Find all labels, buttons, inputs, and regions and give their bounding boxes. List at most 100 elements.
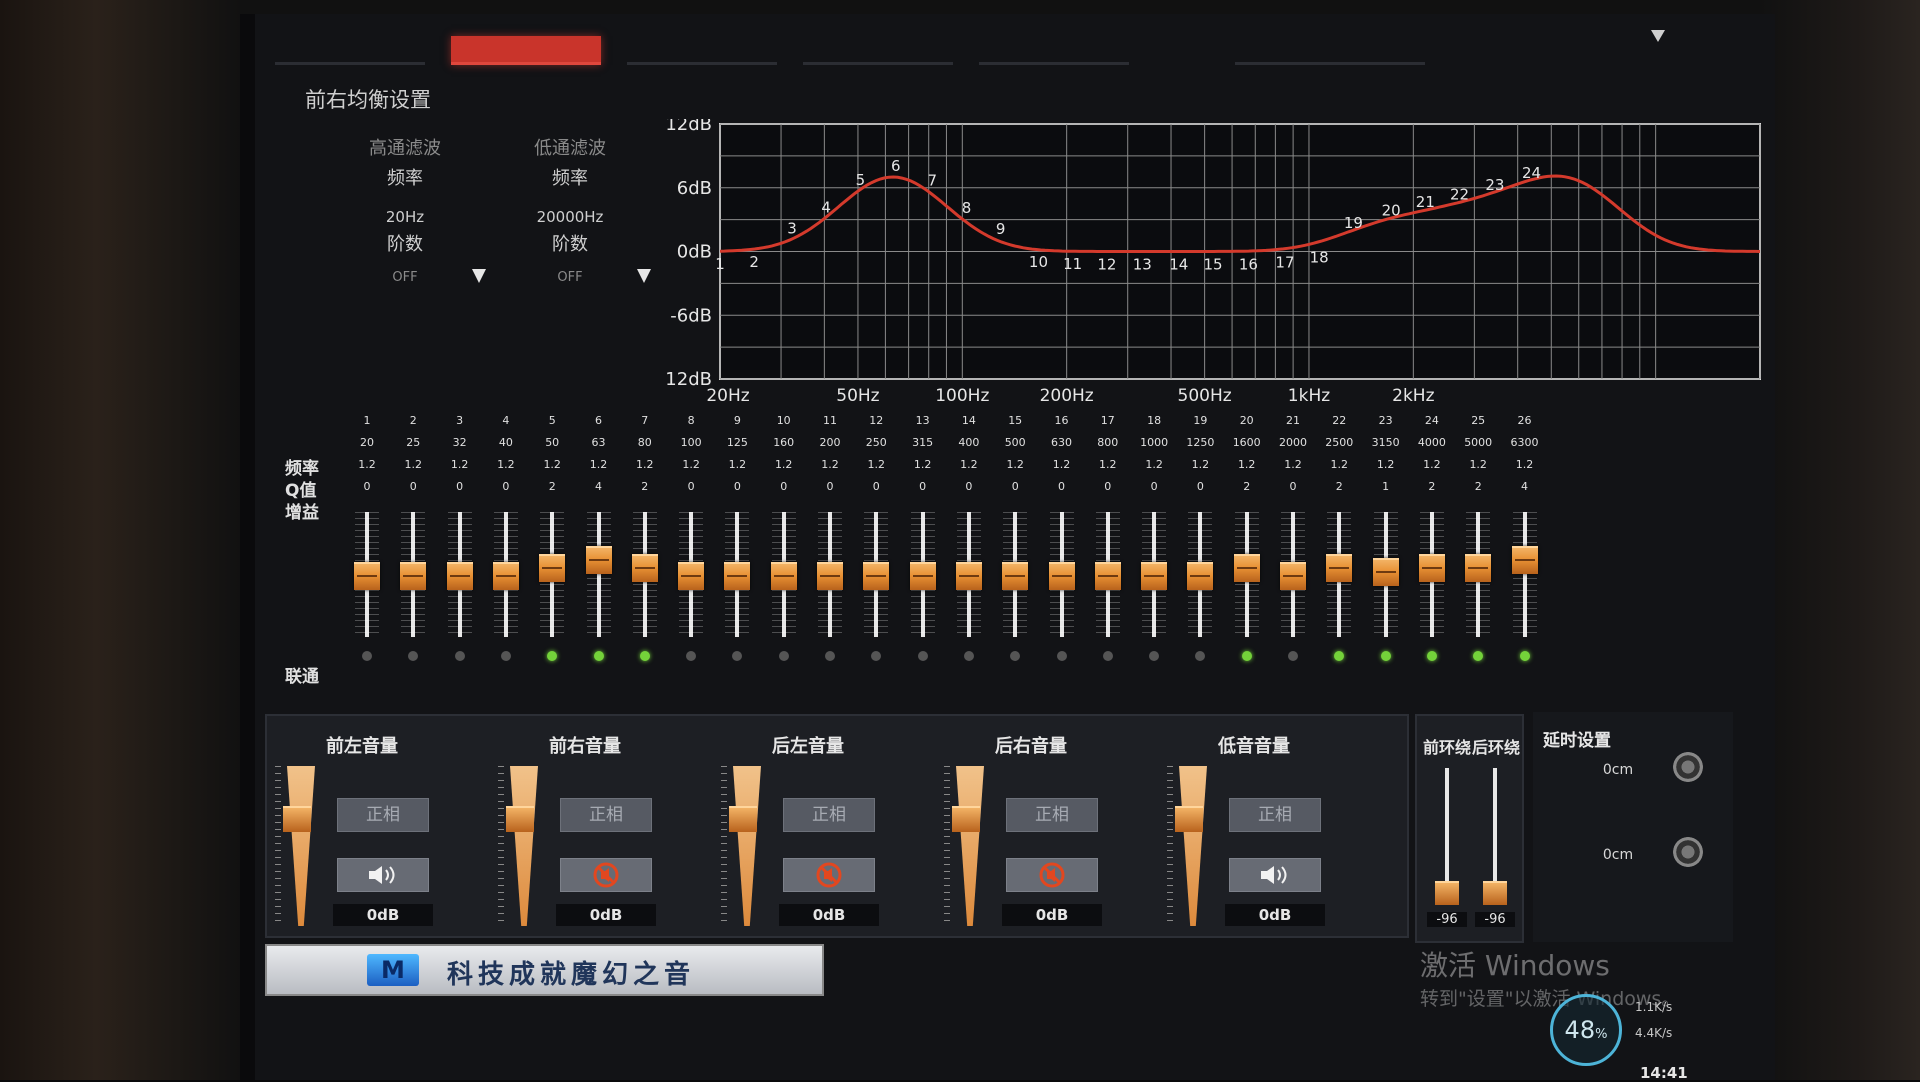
band-gain[interactable]: 0 bbox=[391, 480, 435, 502]
band-gain[interactable]: 2 bbox=[1410, 480, 1454, 502]
band-slider-knob[interactable] bbox=[1141, 562, 1168, 590]
channel-fader-knob[interactable] bbox=[952, 806, 980, 832]
band-frequency[interactable]: 400 bbox=[947, 436, 991, 458]
band-slider-knob[interactable] bbox=[1465, 554, 1492, 582]
phase-button[interactable]: 正相 bbox=[1006, 798, 1098, 832]
band-link-toggle[interactable] bbox=[1010, 651, 1021, 661]
band-link-toggle[interactable] bbox=[593, 651, 604, 661]
band-slider-knob[interactable] bbox=[585, 546, 612, 574]
band-link-toggle[interactable] bbox=[500, 651, 511, 661]
band-frequency[interactable]: 4000 bbox=[1410, 436, 1454, 458]
delay-value-1[interactable]: 0cm bbox=[1593, 762, 1643, 778]
band-gain[interactable]: 0 bbox=[438, 480, 482, 502]
mute-button[interactable] bbox=[1229, 858, 1321, 892]
channel-fader[interactable] bbox=[287, 766, 315, 926]
band-gain[interactable]: 2 bbox=[530, 480, 574, 502]
highpass-order-value[interactable]: OFF bbox=[330, 270, 480, 285]
band-gain[interactable]: 0 bbox=[808, 480, 852, 502]
band-q-value[interactable]: 1.2 bbox=[577, 458, 621, 480]
band-slider-knob[interactable] bbox=[724, 562, 751, 590]
band-q-value[interactable]: 1.2 bbox=[901, 458, 945, 480]
band-gain[interactable]: 2 bbox=[1456, 480, 1500, 502]
band-q-value[interactable]: 1.2 bbox=[808, 458, 852, 480]
band-q-value[interactable]: 1.2 bbox=[484, 458, 528, 480]
band-q-value[interactable]: 1.2 bbox=[623, 458, 667, 480]
band-frequency[interactable]: 1600 bbox=[1225, 436, 1269, 458]
band-slider-knob[interactable] bbox=[1048, 562, 1075, 590]
band-slider-track[interactable] bbox=[1418, 512, 1445, 637]
band-q-value[interactable]: 1.2 bbox=[1132, 458, 1176, 480]
band-gain[interactable]: 0 bbox=[1040, 480, 1084, 502]
phase-button[interactable]: 正相 bbox=[560, 798, 652, 832]
band-q-value[interactable]: 1.2 bbox=[1364, 458, 1408, 480]
band-gain[interactable]: 0 bbox=[901, 480, 945, 502]
band-slider-track[interactable] bbox=[631, 512, 658, 637]
band-gain[interactable]: 0 bbox=[345, 480, 389, 502]
band-slider-knob[interactable] bbox=[1280, 562, 1306, 590]
band-q-value[interactable]: 1.2 bbox=[438, 458, 482, 480]
rear-surround-track[interactable] bbox=[1493, 768, 1497, 898]
band-link-toggle[interactable] bbox=[963, 651, 974, 661]
band-link-toggle[interactable] bbox=[1519, 651, 1530, 661]
lowpass-order-value[interactable]: OFF bbox=[495, 270, 645, 285]
band-frequency[interactable]: 160 bbox=[762, 436, 806, 458]
band-slider-knob[interactable] bbox=[1511, 546, 1538, 574]
band-slider-knob[interactable] bbox=[492, 562, 519, 590]
band-slider-knob[interactable] bbox=[1233, 554, 1260, 582]
band-frequency[interactable]: 40 bbox=[484, 436, 528, 458]
band-slider-track[interactable] bbox=[400, 512, 427, 637]
band-slider-track[interactable] bbox=[585, 512, 612, 637]
band-link-toggle[interactable] bbox=[778, 651, 789, 661]
tab-3[interactable] bbox=[627, 36, 777, 65]
tab-5[interactable] bbox=[979, 36, 1129, 65]
band-frequency[interactable]: 125 bbox=[715, 436, 759, 458]
band-frequency[interactable]: 80 bbox=[623, 436, 667, 458]
band-link-toggle[interactable] bbox=[871, 651, 882, 661]
band-link-toggle[interactable] bbox=[1334, 651, 1345, 661]
band-q-value[interactable]: 1.2 bbox=[1225, 458, 1269, 480]
tab-6[interactable] bbox=[1235, 36, 1425, 65]
band-link-toggle[interactable] bbox=[1473, 651, 1484, 661]
band-slider-track[interactable] bbox=[817, 512, 843, 637]
front-surround-track[interactable] bbox=[1445, 768, 1449, 898]
band-link-toggle[interactable] bbox=[917, 651, 928, 661]
band-q-value[interactable]: 1.2 bbox=[345, 458, 389, 480]
band-frequency[interactable]: 32 bbox=[438, 436, 482, 458]
band-gain[interactable]: 0 bbox=[1086, 480, 1130, 502]
band-slider-track[interactable] bbox=[909, 512, 936, 637]
band-q-value[interactable]: 1.2 bbox=[530, 458, 574, 480]
band-frequency[interactable]: 3150 bbox=[1364, 436, 1408, 458]
channel-fader[interactable] bbox=[733, 766, 761, 926]
band-gain[interactable]: 0 bbox=[1271, 480, 1315, 502]
band-slider-knob[interactable] bbox=[1372, 558, 1399, 586]
band-link-toggle[interactable] bbox=[408, 651, 419, 661]
mute-button[interactable] bbox=[337, 858, 429, 892]
band-q-value[interactable]: 1.2 bbox=[1271, 458, 1315, 480]
band-gain[interactable]: 4 bbox=[1503, 480, 1547, 502]
dropdown-arrow-icon[interactable] bbox=[1651, 30, 1665, 42]
band-slider-track[interactable] bbox=[1372, 512, 1399, 637]
band-gain[interactable]: 0 bbox=[1178, 480, 1222, 502]
front-surround-knob[interactable] bbox=[1435, 881, 1459, 905]
band-q-value[interactable]: 1.2 bbox=[993, 458, 1037, 480]
band-frequency[interactable]: 63 bbox=[577, 436, 621, 458]
band-slider-track[interactable] bbox=[1511, 512, 1538, 637]
band-gain[interactable]: 1 bbox=[1364, 480, 1408, 502]
band-slider-track[interactable] bbox=[1002, 512, 1029, 637]
band-frequency[interactable]: 200 bbox=[808, 436, 852, 458]
band-q-value[interactable]: 1.2 bbox=[391, 458, 435, 480]
band-slider-knob[interactable] bbox=[909, 562, 936, 590]
tab-eq-active[interactable] bbox=[451, 35, 601, 65]
band-link-toggle[interactable] bbox=[1149, 651, 1160, 661]
band-frequency[interactable]: 2000 bbox=[1271, 436, 1315, 458]
band-slider-knob[interactable] bbox=[354, 562, 380, 590]
band-frequency[interactable]: 250 bbox=[854, 436, 898, 458]
band-slider-knob[interactable] bbox=[1094, 562, 1121, 590]
band-link-toggle[interactable] bbox=[362, 651, 372, 661]
delay-value-2[interactable]: 0cm bbox=[1593, 847, 1643, 863]
band-slider-track[interactable] bbox=[955, 512, 982, 637]
band-link-toggle[interactable] bbox=[454, 651, 465, 661]
band-gain[interactable]: 0 bbox=[762, 480, 806, 502]
band-slider-knob[interactable] bbox=[539, 554, 566, 582]
channel-fader-knob[interactable] bbox=[1175, 806, 1203, 832]
